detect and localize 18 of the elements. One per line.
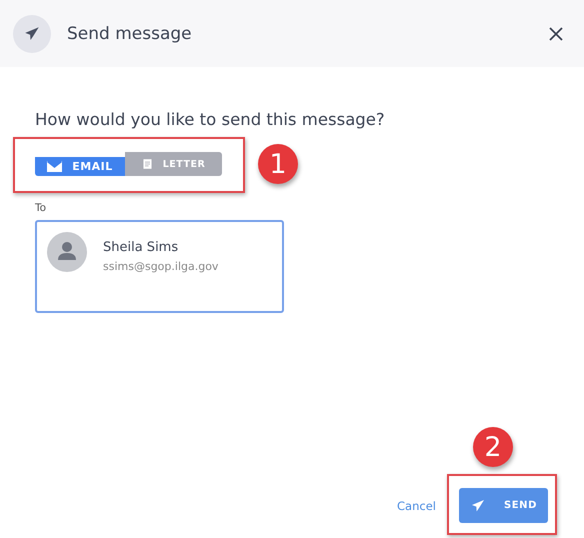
step-badge: 1 (258, 144, 298, 184)
envelope-icon (47, 160, 62, 173)
close-icon[interactable] (548, 26, 564, 42)
avatar-icon (47, 232, 87, 272)
dialog-title: Send message (67, 24, 193, 44)
to-label: To (35, 202, 48, 214)
recipient-name: Sheila Sims (103, 240, 180, 255)
step-badge: 2 (473, 427, 513, 467)
question-heading: How would you like to send this message? (35, 110, 386, 129)
paper-plane-icon (470, 498, 486, 514)
paper-plane-icon (23, 24, 41, 42)
send-button[interactable]: SEND (459, 488, 548, 523)
cancel-link[interactable]: Cancel (397, 498, 436, 512)
recipient-card[interactable]: Sheila Sims ssims@sgop.ilga.gov (35, 220, 284, 313)
recipient-email: ssims@sgop.ilga.gov (103, 260, 218, 273)
document-icon (142, 157, 153, 171)
email-tab[interactable]: EMAIL (35, 157, 125, 176)
letter-tab[interactable]: LETTER (125, 152, 222, 176)
